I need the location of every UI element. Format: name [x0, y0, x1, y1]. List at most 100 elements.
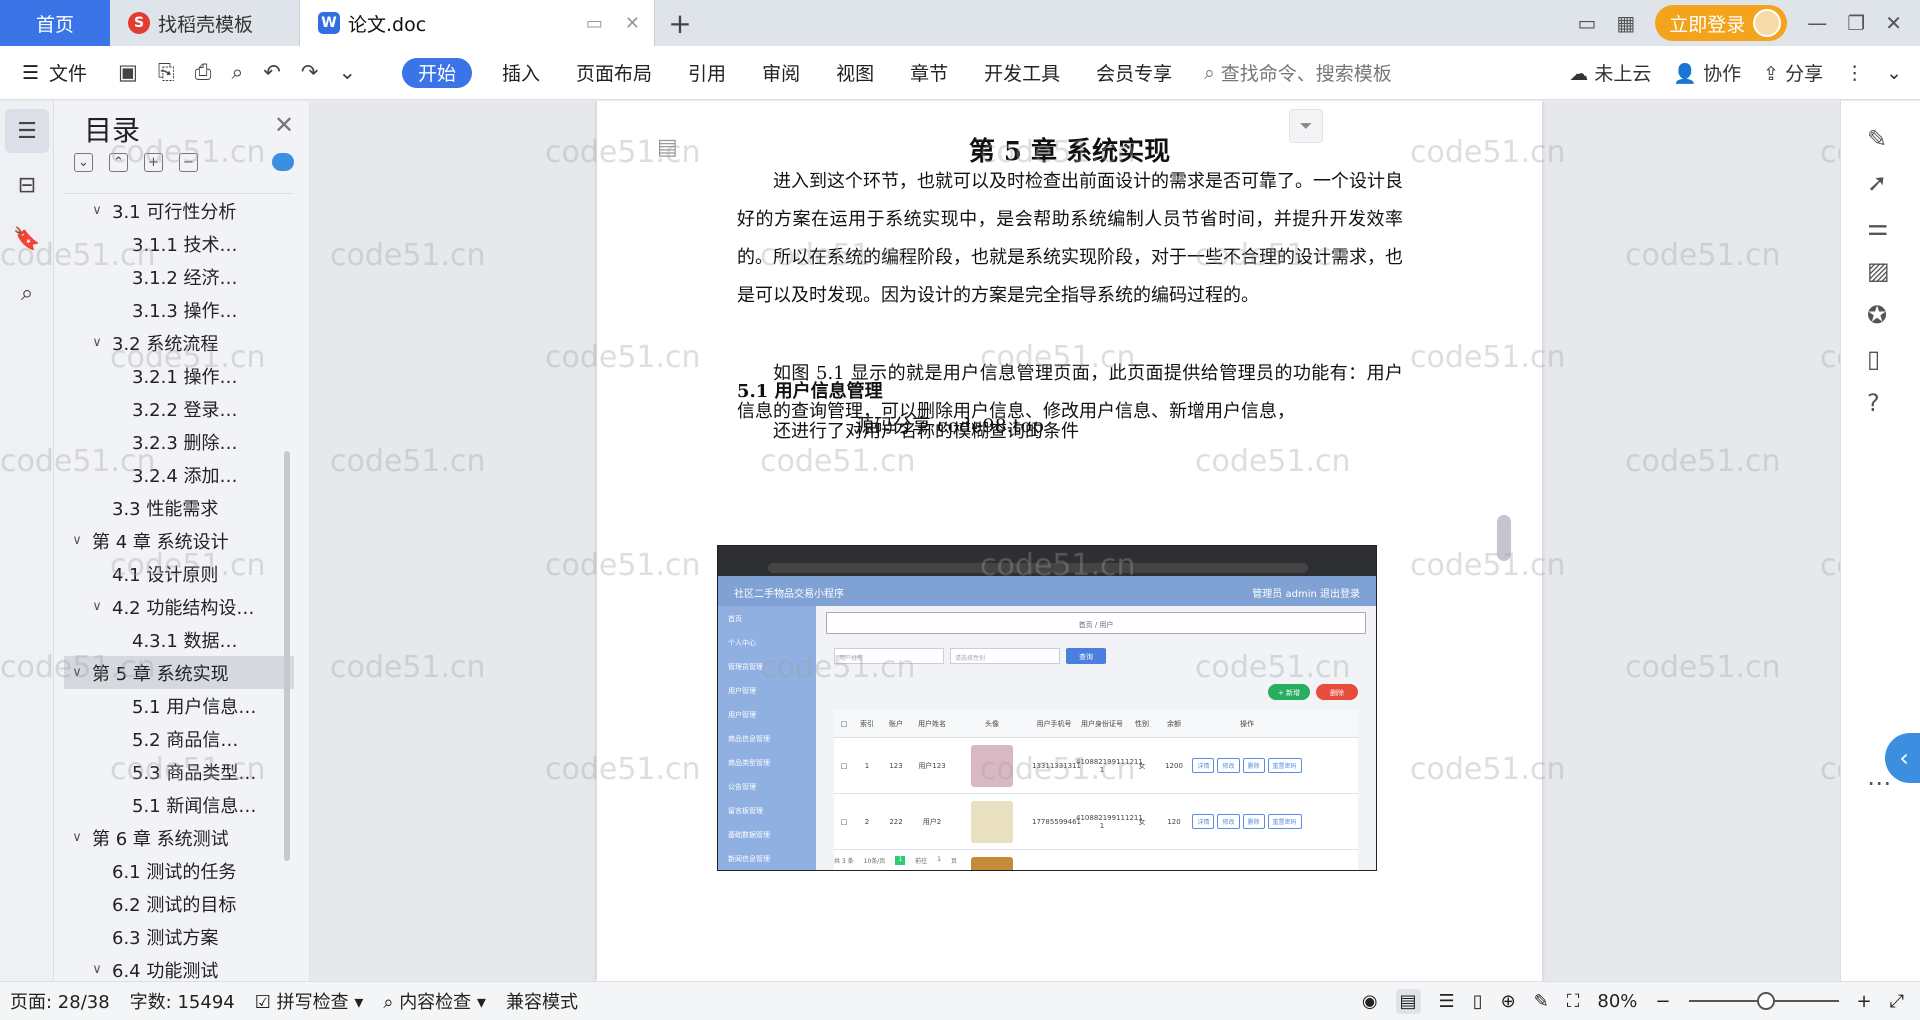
chevron-down-icon[interactable]: ∨ [88, 599, 106, 614]
chevron-down-icon[interactable]: ⌄ [338, 60, 356, 85]
read-view-icon[interactable]: ▯ [1473, 991, 1483, 1012]
toc-item[interactable]: 3.2.3 删除… [64, 425, 294, 458]
tab-page-layout[interactable]: 页面布局 [558, 58, 670, 88]
new-tab-button[interactable]: + [655, 0, 705, 46]
outline-view-icon[interactable]: ☰ [1439, 991, 1455, 1012]
toc-item[interactable]: 3.1.2 经济… [64, 260, 294, 293]
fit-page-icon[interactable]: ⛶ [1567, 991, 1580, 1012]
page-info[interactable]: 页面: 28/38 [0, 988, 120, 1014]
zoom-level[interactable]: 80% [1597, 991, 1637, 1012]
tab-template[interactable]: S 找稻壳模板 [110, 0, 300, 46]
zoom-slider[interactable] [1688, 992, 1839, 1010]
bookmark-icon[interactable]: 🔖 [5, 217, 49, 261]
write-view-icon[interactable]: ✎ [1534, 991, 1549, 1012]
command-search[interactable]: ⌕ 查找命令、搜索模板 [1204, 59, 1392, 86]
toc-item[interactable]: ∨ 第 6 章 系统测试 [64, 821, 294, 854]
tab-screen-icon[interactable]: ▭ [586, 13, 603, 34]
chevron-down-icon[interactable]: ∨ [68, 533, 86, 548]
sync-toggle[interactable] [272, 153, 294, 171]
layout-view-icon[interactable]: ▭ [1577, 11, 1596, 35]
toc-item[interactable]: ∨ 4.2 功能结构设… [64, 590, 294, 623]
page-view-icon[interactable]: ▤ [1395, 988, 1421, 1014]
tab-developer[interactable]: 开发工具 [966, 58, 1078, 88]
read-icon[interactable]: ▯ [1867, 345, 1880, 373]
add-heading-icon[interactable]: + [144, 153, 163, 172]
tab-document[interactable]: W 论文.doc ▭ ✕ [300, 0, 655, 46]
page-filter-icon[interactable]: ⏷ [1289, 109, 1323, 143]
pen-icon[interactable]: ✎ [1867, 125, 1887, 153]
toc-item[interactable]: 3.3 性能需求 [64, 491, 294, 524]
toc-item[interactable]: ∨ 6.4 功能测试 [64, 953, 294, 982]
toc-item[interactable]: 3.2.1 操作… [64, 359, 294, 392]
toc-item[interactable]: ∨ 3.2 系统流程 [64, 326, 294, 359]
toc-item[interactable]: 3.1.1 技术… [64, 227, 294, 260]
vertical-scroll-thumb[interactable] [1497, 515, 1511, 561]
chevron-down-icon[interactable]: ∨ [88, 203, 106, 218]
minimize-icon[interactable]: — [1807, 11, 1827, 35]
cloud-status[interactable]: ☁ 未上云 [1569, 59, 1651, 86]
restore-icon[interactable]: ❐ [1847, 11, 1865, 35]
toc-item[interactable]: 6.1 测试的任务 [64, 854, 294, 887]
toc-item[interactable]: 5.1 新闻信息… [64, 788, 294, 821]
tab-chapter[interactable]: 章节 [892, 58, 966, 88]
file-menu[interactable]: ☰ 文件 [0, 59, 112, 86]
ai-icon[interactable]: ✪ [1867, 301, 1887, 329]
tab-view[interactable]: 视图 [818, 58, 892, 88]
cursor-icon[interactable]: ➚ [1867, 169, 1887, 197]
toc-item[interactable]: 4.3.1 数据… [64, 623, 294, 656]
toc-item[interactable]: ∨ 第 4 章 系统设计 [64, 524, 294, 557]
zoom-knob[interactable] [1756, 992, 1775, 1010]
word-count[interactable]: 字数: 15494 [120, 988, 245, 1014]
toc-item[interactable]: ∨ 第 5 章 系统实现 [64, 656, 294, 689]
toc-item[interactable]: 5.2 商品信… [64, 722, 294, 755]
share-button[interactable]: ⇪ 分享 [1763, 59, 1823, 86]
toc-item[interactable]: 3.1.3 操作… [64, 293, 294, 326]
preview-icon[interactable]: ⌕ [231, 60, 243, 85]
tab-start[interactable]: 开始 [402, 57, 473, 88]
content-check[interactable]: ⌕ 内容检查 ▾ [373, 988, 496, 1014]
collaborate-button[interactable]: 👤 协作 [1673, 59, 1741, 86]
tab-home[interactable]: 首页 [0, 0, 110, 46]
toc-item[interactable]: 5.1 用户信息… [64, 689, 294, 722]
close-window-icon[interactable]: ✕ [1885, 11, 1902, 35]
more-icon[interactable]: ⋮ [1845, 62, 1864, 84]
find-icon[interactable]: ⌕ [5, 271, 49, 315]
grid-apps-icon[interactable]: ▦ [1616, 11, 1635, 35]
tab-insert[interactable]: 插入 [484, 58, 558, 88]
web-view-icon[interactable]: ⊕ [1501, 991, 1516, 1012]
spell-check[interactable]: ☑ 拼写检查 ▾ [245, 988, 374, 1014]
more-dots-icon[interactable]: ⋯ [1867, 769, 1891, 797]
chevron-down-icon[interactable]: ∨ [88, 962, 106, 977]
toc-item[interactable]: 6.3 测试方案 [64, 920, 294, 953]
zoom-in-icon[interactable]: + [1857, 991, 1872, 1012]
toc-item[interactable]: 3.2.2 登录… [64, 392, 294, 425]
image-tool-icon[interactable]: ▨ [1867, 257, 1890, 285]
chevron-down-icon[interactable]: ∨ [68, 830, 86, 845]
login-button[interactable]: 立即登录 [1655, 5, 1788, 41]
redo-icon[interactable]: ↷ [301, 60, 319, 85]
collapse-all-icon[interactable]: ⌄ [74, 153, 93, 172]
fullscreen-icon[interactable]: ⤢ [1890, 991, 1904, 1012]
tab-close-icon[interactable]: ✕ [625, 13, 640, 34]
tab-member[interactable]: 会员专享 [1078, 58, 1190, 88]
settings-slider-icon[interactable]: ⚌ [1867, 213, 1889, 241]
help-icon[interactable]: ? [1867, 389, 1880, 417]
eye-protect-icon[interactable]: ◉ [1362, 991, 1378, 1012]
toc-scrollbar[interactable] [284, 451, 290, 861]
close-icon[interactable]: ✕ [274, 111, 294, 139]
chevron-down-icon[interactable]: ∨ [88, 335, 106, 350]
toc-item[interactable]: 4.1 设计原则 [64, 557, 294, 590]
save-icon[interactable]: ▣ [118, 60, 138, 85]
toc-icon[interactable]: ☰ [5, 109, 49, 153]
document-page[interactable]: ▤ 第 5 章 系统实现 进入到这个环节，也就可以及时检查出前面设计的需求是否可… [597, 101, 1542, 981]
toc-item[interactable]: 6.2 测试的目标 [64, 887, 294, 920]
toc-item[interactable]: 3.2.4 添加… [64, 458, 294, 491]
toc-item[interactable]: 5.3 商品类型… [64, 755, 294, 788]
export-icon[interactable]: ⎘ [158, 60, 175, 85]
embedded-screenshot[interactable]: 社区二手物品交易小程序 管理员 admin 退出登录 首页 个人中心 管理员管理 用户… [717, 545, 1377, 871]
remove-heading-icon[interactable]: − [179, 153, 198, 172]
collapse-ribbon-icon[interactable]: ⌄ [1886, 62, 1902, 84]
tab-review[interactable]: 审阅 [744, 58, 818, 88]
navigation-icon[interactable]: ⊟ [5, 163, 49, 207]
chevron-down-icon[interactable]: ∨ [68, 665, 86, 680]
